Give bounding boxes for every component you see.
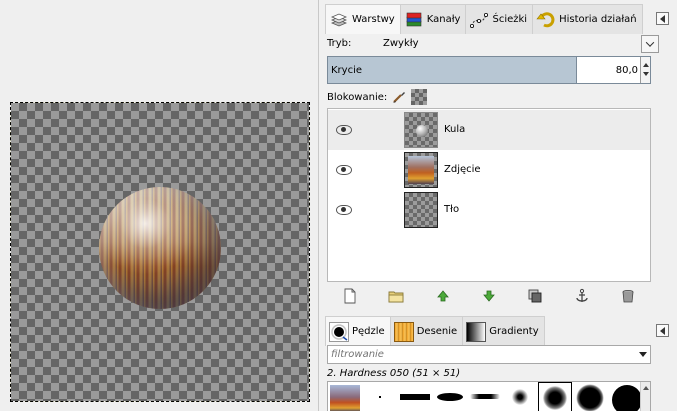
- tab-patterns-label: Desenie: [416, 326, 458, 337]
- lock-row: Blokowanie:: [327, 88, 431, 106]
- layers-tab-menu-button[interactable]: [656, 12, 669, 25]
- brush-ellipse[interactable]: [433, 382, 467, 411]
- tab-undo-history[interactable]: Historia działań: [532, 4, 643, 34]
- brush-hardness-050[interactable]: [538, 382, 572, 411]
- tab-gradients-label: Gradienty: [489, 326, 539, 337]
- brushes-tab-menu-button[interactable]: [656, 324, 669, 337]
- photo-thumbnail: [408, 156, 434, 184]
- mode-value[interactable]: Zwykły: [383, 38, 419, 49]
- tab-paths-label: Ścieżki: [492, 14, 528, 25]
- tab-layers-label: Warstwy: [352, 14, 395, 25]
- brush-soft-small[interactable]: [503, 382, 537, 411]
- layer-row-kula[interactable]: Kula: [328, 110, 650, 150]
- layers-dock-tabbar: Warstwy Kanały Ścieżki Historia działań: [325, 4, 673, 34]
- layer-list: Kula Zdjęcie Tło: [327, 108, 651, 282]
- tab-channels[interactable]: Kanały: [399, 4, 467, 34]
- selected-brush-name: 2. Hardness 050 (51 × 51): [327, 368, 461, 379]
- channels-icon: [404, 10, 424, 30]
- tab-brushes-label: Pędzle: [352, 326, 385, 337]
- delete-layer-icon[interactable]: [620, 288, 636, 304]
- tab-channels-label: Kanały: [426, 14, 461, 25]
- opacity-value[interactable]: 80,0: [616, 65, 638, 76]
- brush-dash-soft[interactable]: [468, 382, 502, 411]
- layer-row-tlo[interactable]: Tło: [328, 190, 650, 230]
- image-canvas-area[interactable]: [0, 0, 318, 411]
- anchor-layer-icon[interactable]: [574, 288, 590, 304]
- opacity-spin-buttons[interactable]: [640, 57, 650, 83]
- brush-pixel[interactable]: [363, 382, 397, 411]
- raise-layer-icon[interactable]: [435, 288, 451, 304]
- tab-paths[interactable]: Ścieżki: [465, 4, 534, 34]
- visibility-eye-icon[interactable]: [336, 165, 352, 175]
- new-layer-group-icon[interactable]: [388, 288, 404, 304]
- layer-name[interactable]: Tło: [444, 204, 459, 215]
- tab-brushes[interactable]: Pędzle: [325, 316, 391, 346]
- paths-icon: [469, 10, 489, 30]
- filter-dropdown-icon[interactable]: [639, 352, 647, 357]
- gradients-icon: [466, 321, 487, 342]
- lock-alpha-icon[interactable]: [411, 89, 428, 105]
- opacity-slider[interactable]: Krycie 80,0: [327, 56, 651, 84]
- tab-undo-history-label: Historia działań: [559, 14, 637, 25]
- brush-clipboard-image[interactable]: [328, 382, 362, 411]
- layer-row-zdjecie[interactable]: Zdjęcie: [328, 150, 650, 190]
- brush-hardness-100[interactable]: [608, 382, 642, 411]
- lock-label: Blokowanie:: [327, 91, 388, 103]
- brushes-dock-tabbar: Pędzle Desenie Gradienty: [325, 316, 673, 346]
- lower-layer-icon[interactable]: [481, 288, 497, 304]
- brush-hardness-075[interactable]: [573, 382, 607, 411]
- brushes-icon: [329, 321, 349, 342]
- visibility-eye-icon[interactable]: [336, 205, 352, 215]
- brush-filter-input[interactable]: [328, 346, 618, 363]
- glass-sphere-image: [99, 187, 221, 309]
- layer-thumbnail: [404, 192, 438, 228]
- brush-filter-field[interactable]: [327, 345, 651, 364]
- layer-name[interactable]: Zdjęcie: [444, 164, 481, 175]
- image-canvas[interactable]: [10, 102, 310, 402]
- undo-history-icon: [536, 10, 556, 30]
- new-layer-icon[interactable]: [342, 288, 358, 304]
- visibility-eye-icon[interactable]: [336, 125, 352, 135]
- brush-line-horizontal[interactable]: [398, 382, 432, 411]
- tab-patterns[interactable]: Desenie: [389, 316, 464, 346]
- tab-layers[interactable]: Warstwy: [325, 4, 401, 34]
- layer-name[interactable]: Kula: [444, 124, 465, 135]
- opacity-slider-fill: [328, 57, 577, 83]
- tab-gradients[interactable]: Gradienty: [462, 316, 545, 346]
- brush-grid: [327, 381, 651, 411]
- opacity-label: Krycie: [331, 65, 363, 76]
- patterns-icon: [393, 321, 414, 342]
- sphere-thumbnail: [416, 125, 428, 137]
- lock-pixels-brush-icon[interactable]: [391, 89, 407, 105]
- layer-mode-row: Tryb: Zwykły: [327, 35, 659, 54]
- layer-toolbar: [327, 286, 651, 306]
- duplicate-layer-icon[interactable]: [527, 288, 543, 304]
- mode-label: Tryb:: [327, 38, 352, 49]
- mode-dropdown-button[interactable]: [641, 35, 659, 53]
- layers-icon: [329, 10, 349, 30]
- layer-thumbnail: [404, 152, 438, 188]
- brush-grid-scrollbar[interactable]: [640, 382, 650, 411]
- right-dock: Warstwy Kanały Ścieżki Historia działań …: [318, 0, 677, 411]
- layer-thumbnail: [404, 112, 438, 148]
